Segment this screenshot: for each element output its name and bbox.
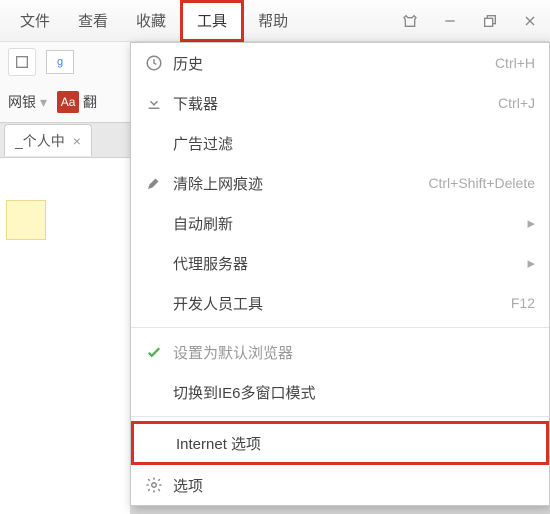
close-window-button[interactable] [510,0,550,41]
minimize-button[interactable] [430,0,470,41]
chevron-right-icon: ▸ [527,214,535,232]
bookmark-translate[interactable]: Aa 翻 [57,91,97,113]
brush-icon [141,174,167,192]
check-icon [141,343,167,361]
menu-help[interactable]: 帮助 [244,0,302,41]
download-icon [141,94,167,112]
skin-icon[interactable] [390,0,430,41]
menu-devtools[interactable]: 开发人员工具 F12 [131,283,549,323]
menu-history[interactable]: 历史 Ctrl+H [131,43,549,83]
google-icon[interactable]: g [46,50,74,74]
menu-adblock[interactable]: 广告过滤 [131,123,549,163]
chevron-right-icon: ▸ [527,254,535,272]
menu-favorites[interactable]: 收藏 [122,0,180,41]
translate-icon: Aa [57,91,79,113]
menu-separator [131,416,549,417]
toolbar-button-generic[interactable] [8,48,36,76]
menu-file[interactable]: 文件 [6,0,64,41]
menu-tools[interactable]: 工具 [180,0,244,42]
menu-options[interactable]: 选项 [131,465,549,505]
clock-icon [141,54,167,72]
menu-set-default-browser[interactable]: 设置为默认浏览器 [131,332,549,372]
tab-title: _个人中 [15,131,65,151]
restore-button[interactable] [470,0,510,41]
menubar: 文件 查看 收藏 工具 帮助 [0,0,550,42]
window-controls [390,0,550,41]
menu-auto-refresh[interactable]: 自动刷新 ▸ [131,203,549,243]
tab-active[interactable]: _个人中 × [4,124,92,156]
menu-clear-traces[interactable]: 清除上网痕迹 Ctrl+Shift+Delete [131,163,549,203]
gear-icon [141,476,167,494]
tools-dropdown: 历史 Ctrl+H 下载器 Ctrl+J 广告过滤 清除上网痕迹 Ctrl+Sh… [130,42,550,506]
menu-proxy[interactable]: 代理服务器 ▸ [131,243,549,283]
sticky-note [6,200,46,240]
menu-downloads[interactable]: 下载器 Ctrl+J [131,83,549,123]
menu-ie6-mode[interactable]: 切换到IE6多窗口模式 [131,372,549,412]
tab-close-icon[interactable]: × [73,133,81,149]
bookmark-wangyin[interactable]: 网银 ▾ [8,92,47,112]
menu-view[interactable]: 查看 [64,0,122,41]
menu-internet-options[interactable]: Internet 选项 [131,421,549,465]
menu-separator [131,327,549,328]
